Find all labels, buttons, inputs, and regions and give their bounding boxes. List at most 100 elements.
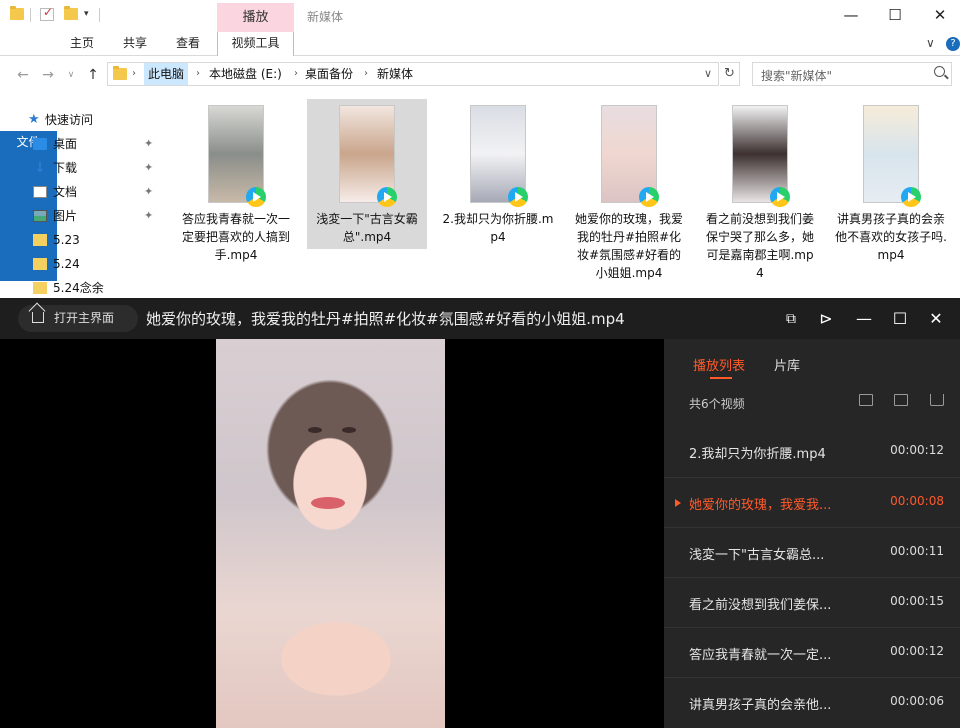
maximize-icon[interactable]: ☐ [889, 308, 911, 330]
help-icon[interactable]: ? [946, 37, 960, 51]
chevron-right-icon[interactable]: › [364, 63, 368, 85]
video-frame[interactable] [216, 339, 445, 728]
expand-ribbon-icon[interactable]: ∨ [926, 36, 935, 50]
search-box[interactable]: 搜索"新媒体" [752, 62, 952, 86]
nav-item-folder-5-23[interactable]: 5.23 [0, 228, 165, 252]
now-playing-icon [675, 499, 681, 507]
nav-label: 5.24念余 [53, 281, 104, 295]
pin-icon[interactable]: ✦ [144, 132, 153, 156]
video-play-icon [770, 187, 790, 207]
recent-dropdown-icon[interactable]: ∨ [60, 63, 82, 87]
nav-label: 5.24 [53, 257, 80, 271]
playlist-item[interactable]: 2.我却只为你折腰.mp4 00:00:12 [664, 427, 960, 477]
folder-icon [33, 258, 47, 270]
nav-item-documents[interactable]: 文档 ✦ [0, 180, 165, 204]
file-item[interactable]: 讲真男孩子真的会亲他不喜欢的女孩子吗.mp4 [831, 99, 951, 262]
home-icon [32, 312, 44, 323]
download-icon: ↓ [34, 160, 46, 176]
quick-access-dropdown-icon[interactable]: ▾ [84, 9, 89, 19]
tab-home[interactable]: 主页 [57, 32, 107, 56]
breadcrumb-this-pc[interactable]: 此电脑 [144, 63, 189, 85]
breadcrumb-desktop-backup[interactable]: 桌面备份 [301, 63, 357, 85]
playlist-panel: 播放列表 片库 共6个视频 2.我却只为你折腰.mp4 00:00:12 她爱你的玫… [664, 339, 960, 728]
open-home-label: 打开主界面 [54, 311, 115, 325]
playlist-item-title: 答应我青春就一次一定... [689, 648, 832, 663]
playlist-item-duration: 00:00:12 [890, 644, 944, 658]
file-name: 答应我青春就一次一定要把喜欢的人搞到手.mp4 [181, 212, 290, 262]
search-input[interactable]: 搜索"新媒体" [761, 67, 832, 84]
nav-label: 快速访问 [45, 113, 94, 127]
folder-icon [33, 234, 47, 246]
playlist-item[interactable]: 她爱你的玫瑰，我爱我... 00:00:08 [664, 477, 960, 527]
properties-icon[interactable]: ✓ [40, 5, 54, 21]
delete-icon[interactable] [930, 394, 944, 406]
tab-video-tools[interactable]: 视频工具 [217, 32, 294, 56]
file-name: 浅変一下"古言女霸总".mp4 [316, 212, 418, 244]
close-button[interactable]: ✕ [917, 0, 960, 32]
file-item[interactable]: 答应我青春就一次一定要把喜欢的人搞到手.mp4 [176, 99, 296, 262]
file-item[interactable]: 看之前没想到我们姜保宁哭了那么多，她可是嘉南郡主啊.mp4 [700, 99, 820, 280]
playlist-count: 共6个视频 [689, 397, 745, 411]
file-item[interactable]: 浅変一下"古言女霸总".mp4 [307, 99, 427, 249]
playlist-item[interactable]: 看之前没想到我们姜保... 00:00:15 [664, 577, 960, 627]
open-home-button[interactable]: 打开主界面 [18, 305, 138, 332]
pin-icon[interactable]: ✦ [144, 156, 153, 180]
playlist-item-duration: 00:00:11 [890, 544, 944, 558]
minimize-icon[interactable]: — [853, 308, 875, 330]
back-arrow-icon[interactable]: ← [12, 63, 34, 87]
divider [99, 8, 100, 22]
nav-item-desktop[interactable]: 桌面 ✦ [0, 132, 165, 156]
file-name: 2.我却只为你折腰.mp4 [442, 212, 554, 244]
desktop-icon [33, 138, 47, 150]
mini-mode-icon[interactable]: ⧉ [780, 308, 802, 330]
chevron-right-icon[interactable]: › [132, 63, 136, 85]
playlist-item-duration: 00:00:12 [890, 443, 944, 457]
up-arrow-icon[interactable]: ↑ [82, 63, 104, 87]
tab-playlist[interactable]: 播放列表 [693, 355, 745, 374]
pin-icon[interactable]: ✦ [144, 180, 153, 204]
file-name: 看之前没想到我们姜保宁哭了那么多，她可是嘉南郡主啊.mp4 [705, 212, 814, 280]
playlist-item[interactable]: 浅変一下"古言女霸总... 00:00:11 [664, 527, 960, 577]
nav-item-folder-5-24[interactable]: 5.24 [0, 252, 165, 276]
nav-quick-access[interactable]: ★ 快速访问 [0, 108, 165, 132]
chevron-right-icon[interactable]: › [196, 63, 200, 85]
search-icon[interactable] [934, 66, 945, 77]
chevron-right-icon[interactable]: › [294, 63, 298, 85]
nav-item-folder-5-24-nianyu[interactable]: 5.24念余 [0, 276, 165, 300]
tab-share[interactable]: 共享 [110, 32, 160, 56]
close-icon[interactable]: ✕ [925, 308, 947, 330]
minimize-button[interactable]: — [828, 0, 874, 32]
playlist-item[interactable]: 答应我青春就一次一定... 00:00:12 [664, 627, 960, 677]
address-dropdown-icon[interactable]: ∨ [704, 63, 712, 85]
forward-arrow-icon[interactable]: → [37, 63, 59, 87]
maximize-button[interactable]: ☐ [872, 0, 918, 32]
sort-icon[interactable] [894, 394, 908, 406]
playlist-item-title: 浅変一下"古言女霸总... [689, 548, 825, 563]
file-item[interactable]: 她爱你的玫瑰，我爱我的牡丹#拍照#化妆#氛围感#好看的小姐姐.mp4 [569, 99, 689, 280]
nav-label: 桌面 [53, 137, 78, 151]
address-bar[interactable]: › 此电脑 › 本地磁盘 (E:) › 桌面备份 › 新媒体 ∨ [107, 62, 719, 86]
explorer-titlebar: ✓ ▾ 播放 新媒体 — ☐ ✕ [0, 0, 960, 32]
playlist-item-title: 看之前没想到我们姜保... [689, 598, 832, 613]
document-icon [33, 186, 47, 198]
pin-top-icon[interactable]: ⊳ [815, 308, 837, 330]
tab-view[interactable]: 查看 [163, 32, 213, 56]
nav-item-downloads[interactable]: ↓ 下载 ✦ [0, 156, 165, 180]
navigation-pane: ★ 快速访问 桌面 ✦ ↓ 下载 ✦ 文档 ✦ 图片 ✦ 5.23 5.24 5… [0, 104, 165, 298]
video-detail [308, 427, 322, 433]
video-play-icon [508, 187, 528, 207]
refresh-button[interactable]: ↻ [720, 62, 740, 86]
nav-item-pictures[interactable]: 图片 ✦ [0, 204, 165, 228]
playlist-item[interactable]: 讲真男孩子真的会亲他... 00:00:06 [664, 677, 960, 727]
video-play-icon [377, 187, 397, 207]
divider [30, 8, 31, 22]
file-item[interactable]: 2.我却只为你折腰.mp4 [438, 99, 558, 249]
breadcrumb-new-media[interactable]: 新媒体 [373, 63, 417, 85]
active-tab-underline [710, 377, 732, 379]
video-detail [311, 497, 345, 509]
breadcrumb-local-disk[interactable]: 本地磁盘 (E:) [205, 63, 286, 85]
pin-icon[interactable]: ✦ [144, 204, 153, 228]
open-folder-icon[interactable] [859, 394, 873, 406]
video-detail [342, 427, 356, 433]
tab-library[interactable]: 片库 [774, 355, 800, 374]
